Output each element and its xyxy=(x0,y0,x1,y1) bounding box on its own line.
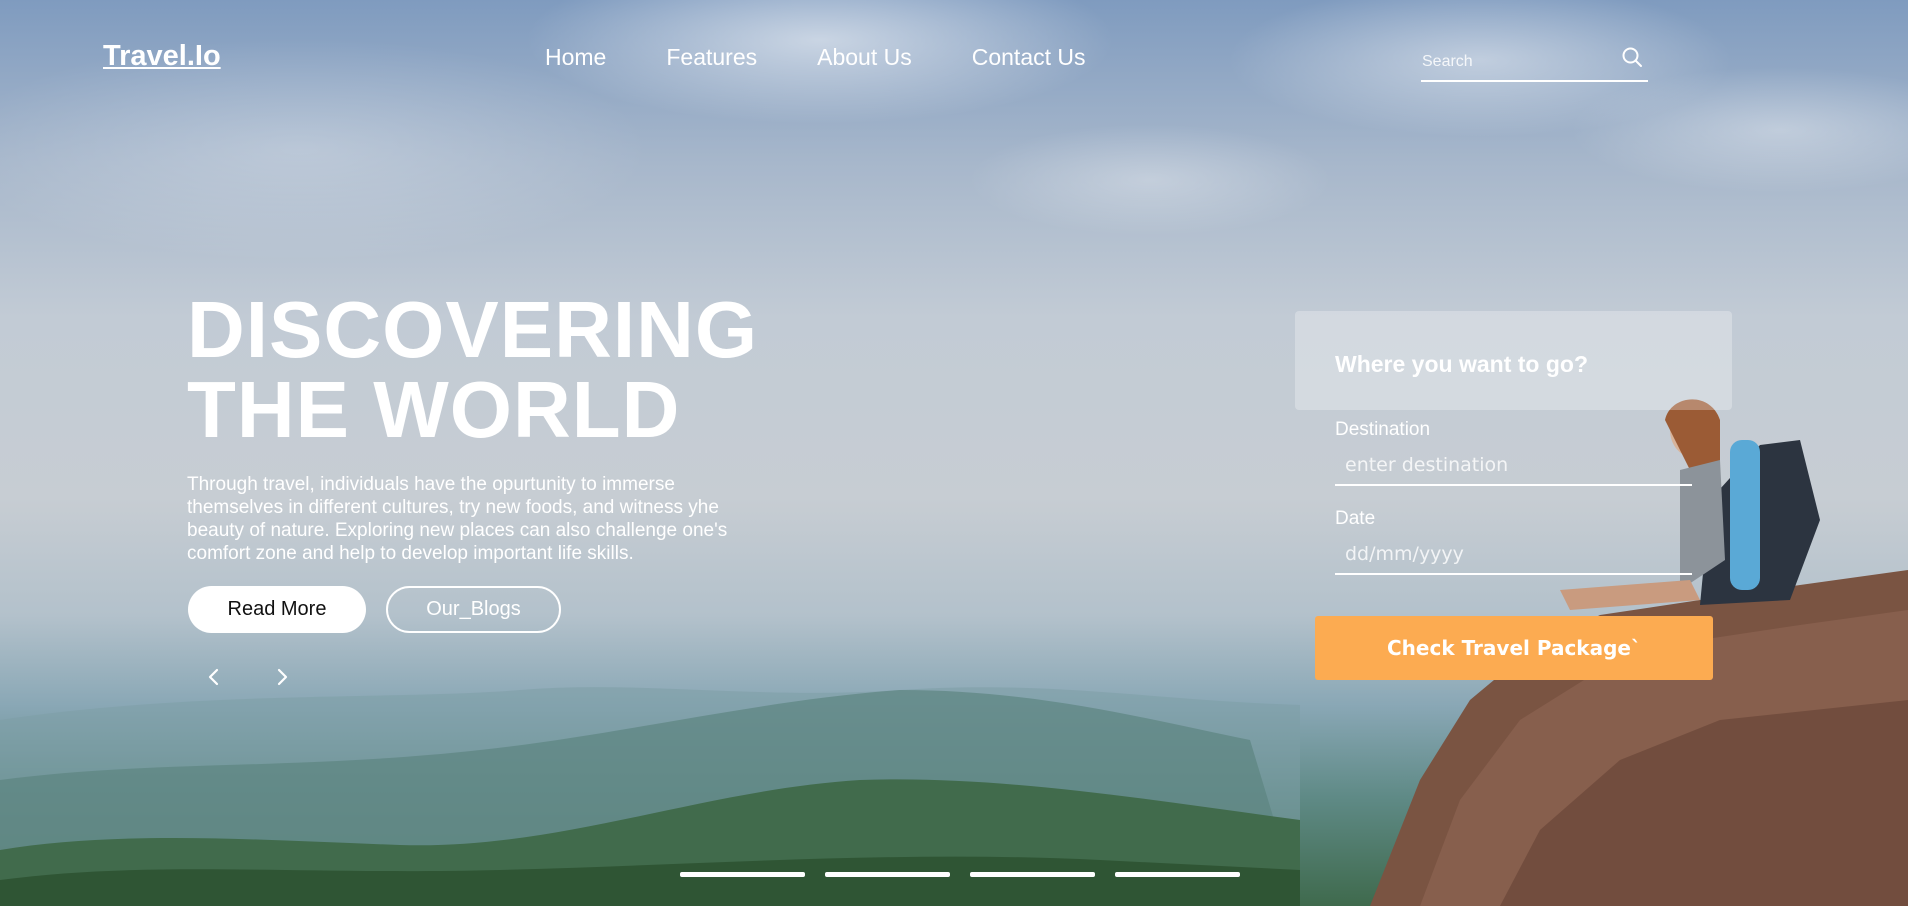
check-travel-package-button[interactable]: Check Travel Package` xyxy=(1315,616,1713,680)
date-label: Date xyxy=(1335,508,1376,529)
slide-indicators xyxy=(680,872,1240,877)
hiker-figure xyxy=(1560,399,1820,610)
slide-indicator[interactable] xyxy=(1115,872,1240,877)
our-blogs-button[interactable]: Our_Blogs xyxy=(386,586,561,633)
search-bar xyxy=(1421,44,1648,82)
destination-label: Destination xyxy=(1335,419,1431,440)
chevron-right-icon[interactable] xyxy=(270,665,294,689)
nav-contact-us[interactable]: Contact Us xyxy=(972,44,1086,71)
date-input[interactable] xyxy=(1335,535,1692,575)
search-input[interactable] xyxy=(1421,53,1611,71)
read-more-button[interactable]: Read More xyxy=(188,586,366,633)
nav-home[interactable]: Home xyxy=(545,44,606,71)
hero-title-line-1: DISCOVERING xyxy=(187,285,759,374)
slide-indicator[interactable] xyxy=(970,872,1095,877)
destination-input[interactable] xyxy=(1335,446,1692,486)
booking-card-header: Where you want to go? xyxy=(1295,311,1732,410)
hero-title-line-2: THE WORLD xyxy=(187,365,681,454)
hero-section: Travel.Io Home Features About Us Contact… xyxy=(0,0,1908,906)
search-icon[interactable] xyxy=(1620,45,1644,69)
brand-logo[interactable]: Travel.Io xyxy=(103,40,221,73)
slide-indicator[interactable] xyxy=(825,872,950,877)
slide-indicator[interactable] xyxy=(680,872,805,877)
nav-about-us[interactable]: About Us xyxy=(817,44,912,71)
hero-title: DISCOVERING THE WORLD xyxy=(187,290,787,450)
chevron-left-icon[interactable] xyxy=(202,665,226,689)
main-nav: Home Features About Us Contact Us xyxy=(545,44,1146,71)
nav-features[interactable]: Features xyxy=(666,44,757,71)
hero-description: Through travel, individuals have the opu… xyxy=(187,474,728,564)
booking-heading: Where you want to go? xyxy=(1335,351,1588,377)
